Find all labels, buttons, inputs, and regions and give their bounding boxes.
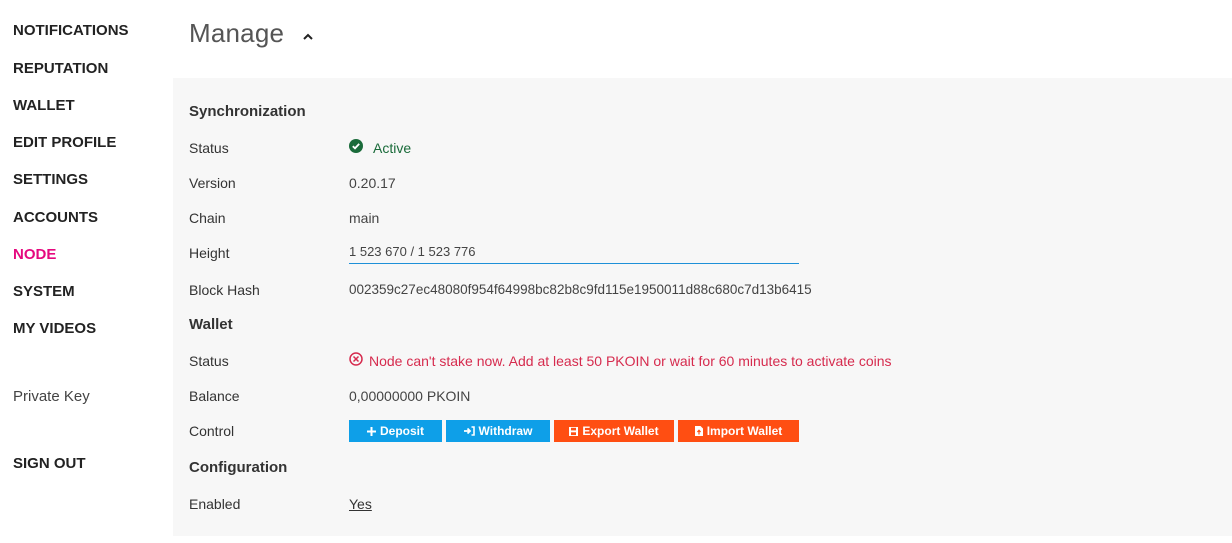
- page-header: Manage: [189, 18, 313, 52]
- deposit-button[interactable]: Deposit: [349, 420, 442, 442]
- withdraw-button-label: Withdraw: [478, 424, 533, 438]
- version-value: 0.20.17: [349, 175, 396, 191]
- height-value: 1 523 670 / 1 523 776: [349, 244, 476, 259]
- sign-out-icon: [463, 426, 475, 436]
- sidebar: NOTIFICATIONS REPUTATION WALLET EDIT PRO…: [0, 0, 170, 543]
- enabled-label: Enabled: [189, 496, 241, 512]
- enabled-toggle-link[interactable]: Yes: [349, 496, 372, 512]
- chevron-up-icon[interactable]: [302, 27, 313, 45]
- private-key-link[interactable]: Private Key: [13, 388, 90, 405]
- wallet-status-label: Status: [189, 353, 229, 369]
- sync-status-text: Active: [373, 139, 412, 156]
- block-hash-value: 002359c27ec48080f954f64998bc82b8c9fd115e…: [349, 282, 812, 297]
- block-hash-label: Block Hash: [189, 282, 260, 298]
- wallet-status-value: Node can't stake now. Add at least 50 PK…: [349, 352, 892, 369]
- balance-label: Balance: [189, 388, 240, 404]
- withdraw-button[interactable]: Withdraw: [446, 420, 550, 442]
- sync-status-value: Active: [349, 139, 411, 156]
- export-wallet-button[interactable]: Export Wallet: [554, 420, 674, 442]
- nav-item-node[interactable]: NODE: [13, 246, 56, 263]
- nav-item-edit-profile[interactable]: EDIT PROFILE: [13, 134, 116, 151]
- balance-value: 0,00000000 PKOIN: [349, 388, 471, 404]
- version-label: Version: [189, 175, 236, 191]
- configuration-heading: Configuration: [189, 459, 288, 476]
- nav-item-wallet[interactable]: WALLET: [13, 97, 75, 114]
- import-wallet-button[interactable]: Import Wallet: [678, 420, 799, 442]
- enabled-value: Yes: [349, 496, 372, 512]
- manage-panel: Synchronization Status Active Version 0.…: [173, 78, 1232, 536]
- nav-item-reputation[interactable]: REPUTATION: [13, 60, 108, 77]
- nav-item-system[interactable]: SYSTEM: [13, 283, 75, 300]
- nav-item-settings[interactable]: SETTINGS: [13, 171, 88, 188]
- sign-out-link[interactable]: SIGN OUT: [13, 455, 86, 472]
- sync-status-label: Status: [189, 140, 229, 156]
- x-circle-icon: [349, 352, 363, 369]
- height-progress: 1 523 670 / 1 523 776: [349, 243, 799, 264]
- nav-item-my-videos[interactable]: MY VIDEOS: [13, 320, 96, 337]
- nav-item-notifications[interactable]: NOTIFICATIONS: [13, 22, 129, 39]
- nav-item-accounts[interactable]: ACCOUNTS: [13, 209, 98, 226]
- synchronization-heading: Synchronization: [189, 103, 306, 120]
- chain-label: Chain: [189, 210, 226, 226]
- wallet-heading: Wallet: [189, 316, 233, 333]
- page-title: Manage: [189, 18, 285, 48]
- plus-icon: [366, 426, 376, 436]
- wallet-status-text: Node can't stake now. Add at least 50 PK…: [369, 352, 892, 369]
- file-upload-icon: [694, 426, 703, 436]
- height-label: Height: [189, 245, 230, 261]
- control-label: Control: [189, 423, 235, 439]
- chain-value: main: [349, 210, 380, 226]
- deposit-button-label: Deposit: [379, 424, 424, 438]
- check-circle-icon: [349, 139, 363, 156]
- save-icon: [569, 426, 579, 436]
- export-wallet-button-label: Export Wallet: [582, 424, 659, 438]
- import-wallet-button-label: Import Wallet: [706, 424, 783, 438]
